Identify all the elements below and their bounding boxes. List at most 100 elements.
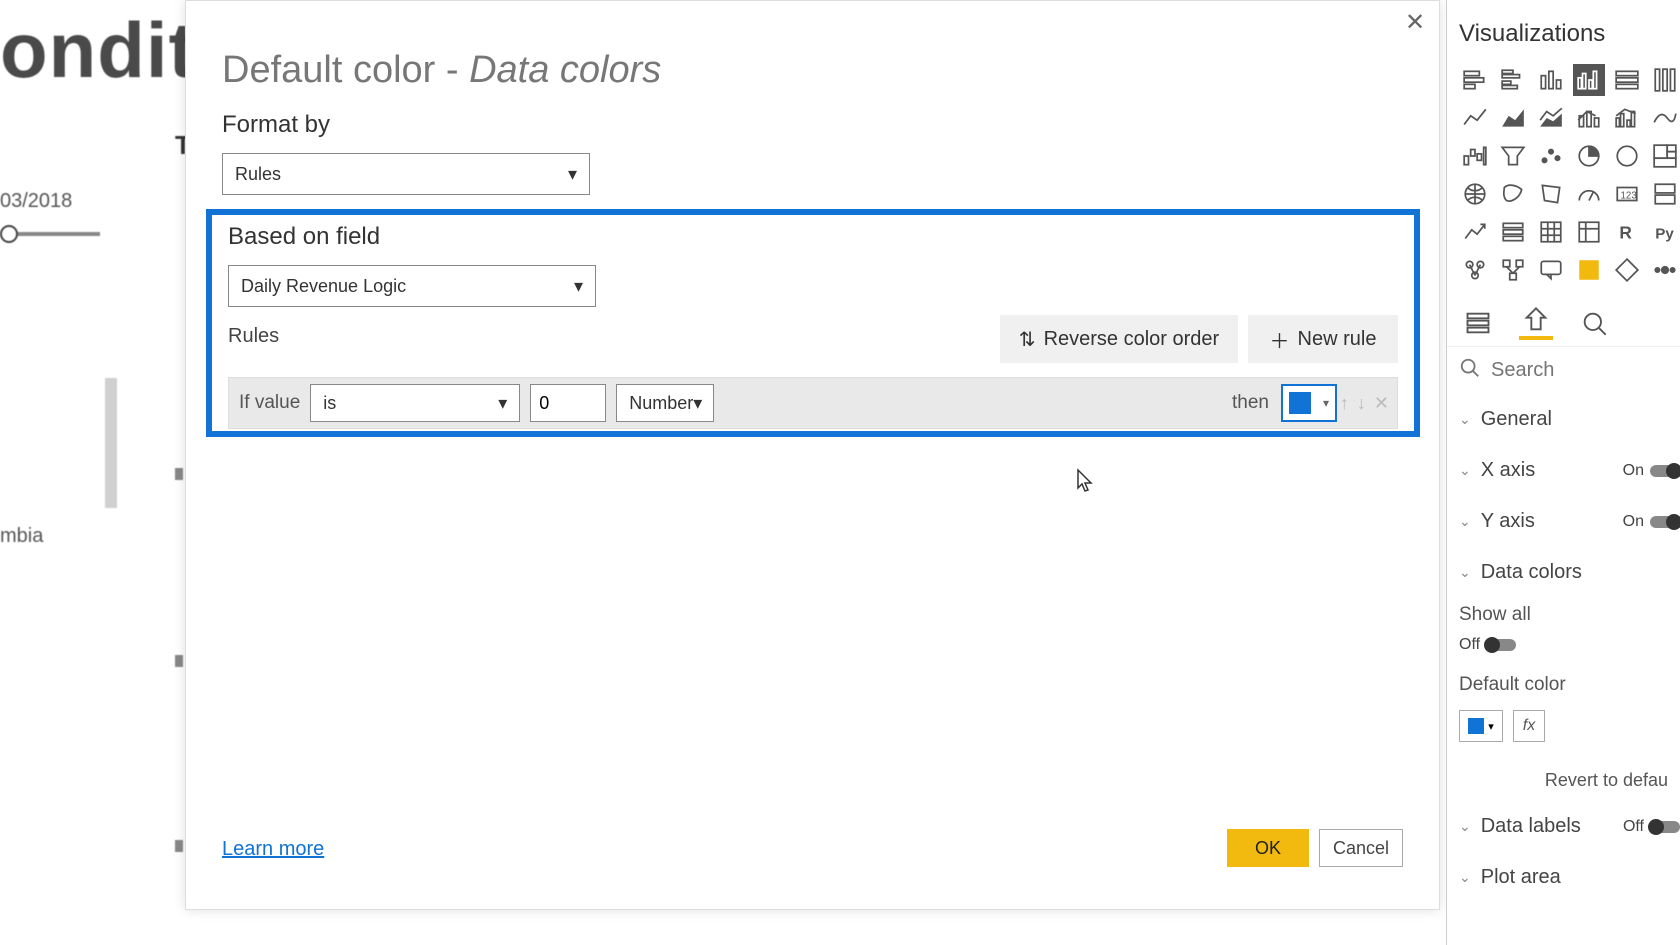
line-stacked-column-icon[interactable]	[1573, 102, 1605, 134]
clustered-column-chart-icon[interactable]	[1573, 64, 1605, 96]
line-clustered-column-icon[interactable]	[1611, 102, 1643, 134]
slicer-icon[interactable]	[1497, 216, 1529, 248]
cancel-button[interactable]: Cancel	[1319, 829, 1403, 867]
ok-button[interactable]: OK	[1227, 829, 1309, 867]
chevron-down-icon: ▾	[574, 276, 583, 297]
bg-region-label: mbia	[0, 525, 43, 548]
kpi-icon[interactable]	[1459, 216, 1491, 248]
treemap-icon[interactable]	[1649, 140, 1680, 172]
analytics-tab[interactable]	[1577, 306, 1611, 340]
based-on-field-label: Based on field	[228, 223, 1398, 251]
format-by-select[interactable]: Rules ▾	[222, 153, 590, 195]
r-visual-icon[interactable]: R	[1611, 216, 1643, 248]
matrix-icon[interactable]	[1573, 216, 1605, 248]
rules-label: Rules	[228, 325, 279, 348]
y-axis-toggle[interactable]: On	[1623, 513, 1680, 531]
visualizations-title: Visualizations	[1447, 0, 1680, 60]
chevron-down-icon: ⌄	[1459, 869, 1471, 886]
based-on-field-select[interactable]: Daily Revenue Logic ▾	[228, 265, 596, 307]
move-up-icon[interactable]: ↑	[1340, 393, 1349, 414]
prop-data-labels[interactable]: ⌄ Data labels Off	[1447, 801, 1680, 852]
dialog-title-prefix: Default color -	[222, 49, 469, 91]
qa-visual-icon[interactable]	[1535, 254, 1567, 286]
chevron-down-icon: ▾	[693, 393, 702, 414]
close-icon[interactable]: ✕	[1399, 7, 1431, 39]
fields-tab[interactable]	[1461, 306, 1495, 340]
revert-to-default[interactable]: Revert to defau	[1447, 750, 1680, 801]
hundred-stacked-bar-icon[interactable]	[1611, 64, 1643, 96]
show-all-toggle-row: Off	[1447, 632, 1680, 668]
line-chart-icon[interactable]	[1459, 102, 1491, 134]
prop-data-colors[interactable]: ⌄ Data colors	[1447, 547, 1680, 598]
key-influencers-icon[interactable]	[1459, 254, 1491, 286]
gauge-icon[interactable]	[1573, 178, 1605, 210]
funnel-chart-icon[interactable]	[1497, 140, 1529, 172]
scatter-chart-icon[interactable]	[1535, 140, 1567, 172]
chevron-down-icon: ▾	[1488, 720, 1494, 733]
x-axis-toggle[interactable]: On	[1623, 462, 1680, 480]
filled-map-icon[interactable]	[1497, 178, 1529, 210]
format-tab[interactable]	[1519, 306, 1553, 340]
stacked-column-chart-icon[interactable]	[1535, 64, 1567, 96]
search-row[interactable]	[1447, 346, 1680, 394]
search-input[interactable]	[1491, 359, 1641, 382]
prop-x-axis[interactable]: ⌄ X axis On	[1447, 445, 1680, 496]
chevron-down-icon: ⌄	[1459, 411, 1471, 428]
dialog-title-italic: Data colors	[469, 49, 661, 91]
conditional-formatting-dialog: ✕ Default color - Data colors Format by …	[185, 0, 1440, 910]
prop-y-axis[interactable]: ⌄ Y axis On	[1447, 496, 1680, 547]
svg-text:R: R	[1619, 223, 1632, 243]
clustered-bar-chart-icon[interactable]	[1497, 64, 1529, 96]
value-type-select[interactable]: Number ▾	[616, 384, 714, 422]
plus-icon: ＋	[1270, 325, 1290, 354]
format-by-label: Format by	[222, 111, 330, 139]
area-chart-icon[interactable]	[1497, 102, 1529, 134]
operator-select[interactable]: is ▾	[310, 384, 520, 422]
data-labels-toggle[interactable]: Off	[1623, 818, 1680, 836]
move-down-icon[interactable]: ↓	[1357, 393, 1366, 414]
stacked-area-chart-icon[interactable]	[1535, 102, 1567, 134]
prop-general[interactable]: ⌄ General	[1447, 394, 1680, 445]
import-visual-icon[interactable]	[1649, 254, 1680, 286]
waterfall-chart-icon[interactable]	[1459, 140, 1491, 172]
value-input[interactable]	[530, 384, 606, 422]
operator-value: is	[323, 393, 336, 414]
learn-more-link[interactable]: Learn more	[222, 838, 324, 861]
new-rule-label: New rule	[1298, 328, 1377, 351]
chevron-down-icon: ⌄	[1459, 513, 1471, 530]
stacked-bar-chart-icon[interactable]	[1459, 64, 1491, 96]
visualization-gallery: 123 R Py	[1447, 60, 1680, 290]
bg-bar	[105, 378, 117, 508]
fx-button[interactable]: fx	[1513, 710, 1545, 742]
pie-chart-icon[interactable]	[1573, 140, 1605, 172]
prop-plot-area[interactable]: ⌄ Plot area	[1447, 852, 1680, 903]
donut-chart-icon[interactable]	[1611, 140, 1643, 172]
ribbon-chart-icon[interactable]	[1649, 102, 1680, 134]
power-apps-icon[interactable]	[1611, 254, 1643, 286]
chevron-down-icon: ⌄	[1459, 818, 1471, 835]
then-label: then	[1232, 392, 1269, 414]
default-color-picker[interactable]: ▾	[1459, 710, 1503, 742]
arcgis-icon[interactable]	[1573, 254, 1605, 286]
cursor-icon	[1072, 468, 1096, 496]
swap-vertical-icon: ⇅	[1019, 327, 1036, 352]
multi-row-card-icon[interactable]	[1649, 178, 1680, 210]
svg-text:123: 123	[1621, 190, 1637, 201]
shape-map-icon[interactable]	[1535, 178, 1567, 210]
reverse-color-order-button[interactable]: ⇅ Reverse color order	[1000, 315, 1238, 363]
highlighted-rules-section: Based on field Daily Revenue Logic ▾ Rul…	[206, 209, 1420, 437]
color-picker[interactable]: ▾	[1281, 384, 1337, 422]
card-icon[interactable]: 123	[1611, 178, 1643, 210]
value-type: Number	[629, 393, 693, 414]
chevron-down-icon: ▾	[1323, 396, 1329, 410]
bg-date: 03/2018	[0, 190, 72, 213]
python-visual-icon[interactable]: Py	[1649, 216, 1680, 248]
new-rule-button[interactable]: ＋ New rule	[1248, 315, 1398, 363]
color-swatch	[1289, 392, 1311, 414]
show-all-toggle[interactable]: Off	[1459, 636, 1516, 654]
decomposition-tree-icon[interactable]	[1497, 254, 1529, 286]
map-icon[interactable]	[1459, 178, 1491, 210]
hundred-stacked-column-icon[interactable]	[1649, 64, 1680, 96]
table-icon[interactable]	[1535, 216, 1567, 248]
delete-rule-icon[interactable]: ✕	[1374, 393, 1389, 414]
